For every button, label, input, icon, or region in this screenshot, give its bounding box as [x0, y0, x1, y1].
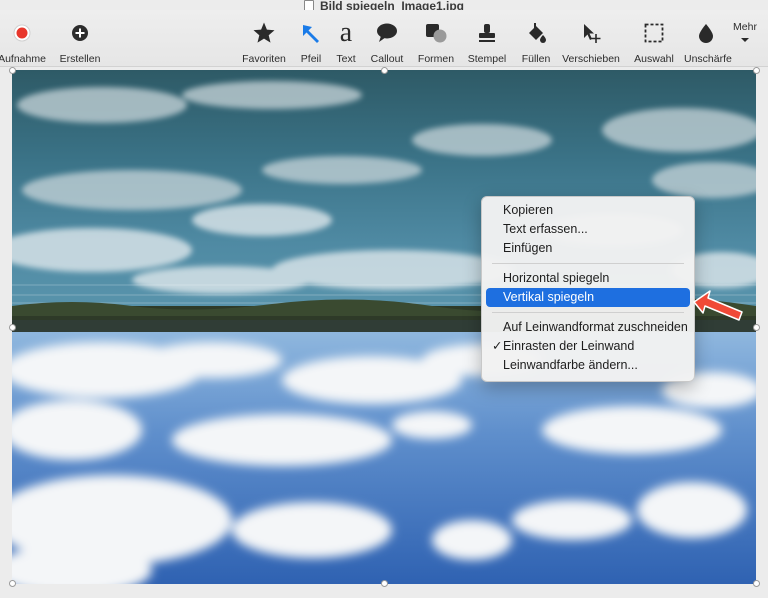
toolbar-formen-button[interactable]: Formen	[414, 20, 458, 65]
menu-item-text-erfassen[interactable]: Text erfassen...	[486, 220, 690, 239]
move-icon	[584, 24, 601, 43]
menu-separator	[492, 312, 684, 313]
toolbar-label: Mehr	[733, 21, 757, 33]
toolbar-label: Formen	[417, 53, 455, 65]
toolbar-label: Text	[336, 53, 356, 65]
fill-icon	[529, 23, 546, 43]
text-icon: a	[339, 17, 353, 48]
menu-separator	[492, 263, 684, 264]
toolbar-label: Unschärfe	[684, 53, 732, 65]
toolbar-label: Füllen	[521, 53, 551, 65]
shapes-icon	[426, 24, 447, 43]
toolbar-verschieben-button[interactable]: Verschieben	[560, 20, 622, 65]
menu-item-label: Kopieren	[503, 203, 554, 217]
toolbar-label: Pfeil	[300, 53, 322, 65]
selection-handle[interactable]	[9, 580, 16, 587]
callout-icon	[377, 23, 397, 42]
menu-item-label: Einfügen	[503, 241, 553, 255]
menu-item-label: Auf Leinwandformat zuschneiden	[503, 320, 688, 334]
stamp-icon	[479, 24, 495, 42]
toolbar-text-button[interactable]: a Text	[330, 17, 362, 66]
chevron-down-icon	[741, 38, 749, 42]
toolbar-fuellen-button[interactable]: Füllen	[516, 20, 556, 65]
plus-circle-icon	[72, 25, 88, 41]
selection-handle[interactable]	[753, 324, 760, 331]
menu-item-label: Einrasten der Leinwand	[503, 339, 635, 353]
menu-item-auf-leinwandformat-zuschneiden[interactable]: Auf Leinwandformat zuschneiden	[486, 318, 690, 337]
selection-handle[interactable]	[9, 324, 16, 331]
selection-handle[interactable]	[381, 67, 388, 74]
toolbar-label: Stempel	[467, 53, 507, 65]
menu-item-kopieren[interactable]: Kopieren	[486, 201, 690, 220]
menu-item-vertikal-spiegeln[interactable]: Vertikal spiegeln	[486, 288, 690, 307]
checkmark-icon: ✓	[492, 339, 503, 353]
star-icon	[253, 22, 275, 43]
toolbar-label: Favoriten	[242, 53, 286, 65]
toolbar-pfeil-button[interactable]: Pfeil	[294, 20, 328, 65]
selection-handle[interactable]	[381, 580, 388, 587]
toolbar-label: Verschieben	[562, 53, 620, 65]
toolbar-callout-button[interactable]: Callout	[366, 20, 408, 65]
toolbar-mehr-button[interactable]: Mehr	[728, 21, 762, 47]
toolbar-aufnahme-button[interactable]: Aufnahme	[0, 20, 46, 65]
toolbar-label: Erstellen	[59, 53, 101, 65]
menu-item-horizontal-spiegeln[interactable]: Horizontal spiegeln	[486, 269, 690, 288]
menu-item-einrasten-der-leinwand[interactable]: ✓ Einrasten der Leinwand	[486, 337, 690, 356]
toolbar: Aufnahme Erstellen Favoriten Pfeil a Tex…	[0, 10, 768, 67]
context-menu: Kopieren Text erfassen... Einfügen Horiz…	[481, 196, 695, 382]
toolbar-stempel-button[interactable]: Stempel	[464, 20, 510, 65]
record-icon	[13, 24, 31, 42]
toolbar-label: Auswahl	[634, 53, 674, 65]
toolbar-erstellen-button[interactable]: Erstellen	[56, 20, 104, 65]
selection-handle[interactable]	[753, 580, 760, 587]
selection-handle[interactable]	[753, 67, 760, 74]
arrow-icon	[303, 25, 319, 43]
blur-icon	[699, 24, 713, 43]
selection-handle[interactable]	[9, 67, 16, 74]
toolbar-unschaerfe-button[interactable]: Unschärfe	[684, 20, 732, 65]
annotation-arrow-icon	[693, 290, 743, 321]
toolbar-auswahl-button[interactable]: Auswahl	[630, 20, 678, 65]
menu-item-label: Vertikal spiegeln	[503, 290, 595, 304]
menu-item-label: Horizontal spiegeln	[503, 271, 610, 285]
toolbar-label: Callout	[370, 53, 404, 65]
menu-item-leinwandfarbe-aendern[interactable]: Leinwandfarbe ändern...	[486, 356, 690, 375]
menu-item-einfuegen[interactable]: Einfügen	[486, 239, 690, 258]
toolbar-favoriten-button[interactable]: Favoriten	[240, 20, 288, 65]
menu-item-label: Leinwandfarbe ändern...	[503, 358, 638, 372]
toolbar-label: Aufnahme	[0, 53, 46, 65]
menu-item-label: Text erfassen...	[503, 222, 588, 236]
selection-icon	[644, 23, 664, 43]
